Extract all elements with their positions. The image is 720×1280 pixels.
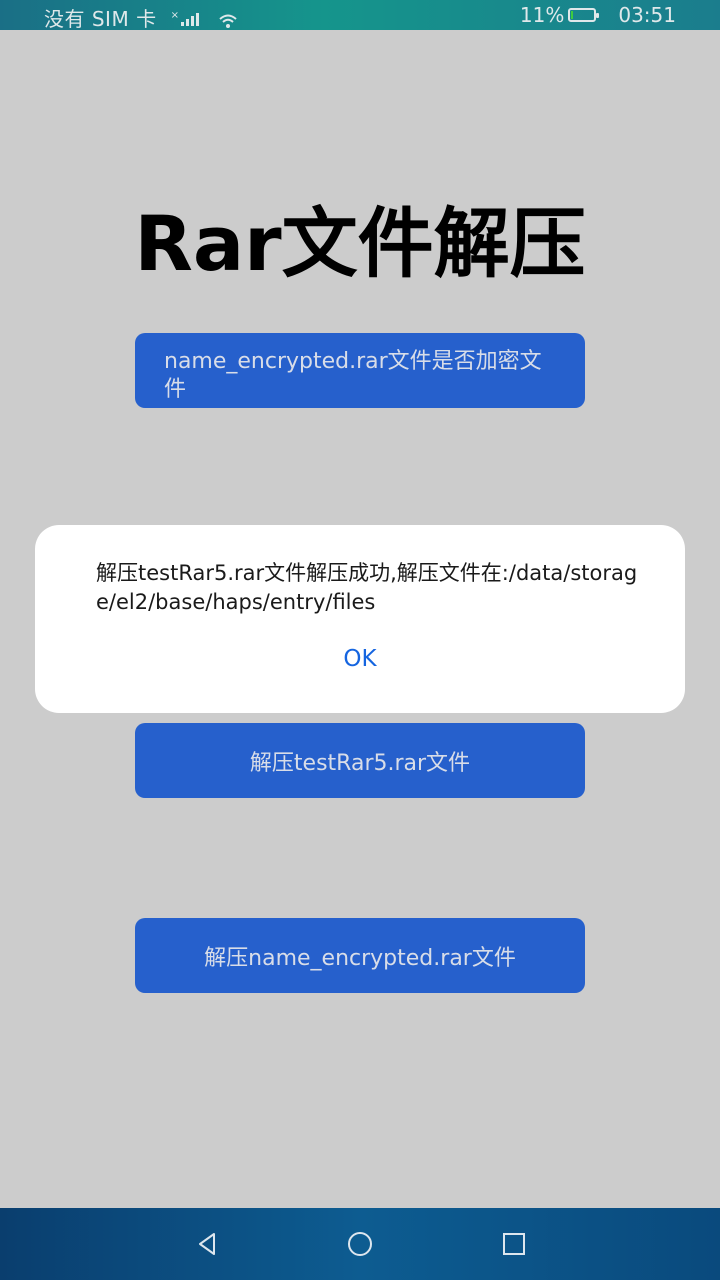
signal-icon: ×	[171, 10, 201, 26]
page-title: Rar文件解压	[134, 199, 586, 288]
wifi-icon	[219, 10, 237, 28]
dialog-ok-button[interactable]: OK	[310, 639, 410, 679]
carrier-label: 没有 SIM 卡	[44, 7, 157, 31]
navigation-bar	[0, 1208, 720, 1280]
status-right: 11% 03:51	[520, 3, 676, 27]
battery-percent: 11%	[519, 3, 565, 27]
status-left: 没有 SIM 卡 ×	[44, 3, 237, 32]
recent-square-icon[interactable]	[498, 1228, 530, 1260]
home-circle-icon[interactable]	[344, 1228, 376, 1260]
battery-icon	[568, 8, 600, 22]
dialog-message: 解压testRar5.rar文件解压成功,解压文件在:/data/storage…	[96, 561, 638, 614]
extract-encrypted-rar-button[interactable]: 解压name_encrypted.rar文件	[135, 918, 585, 993]
status-bar: 没有 SIM 卡 × 11% 03:51	[0, 0, 720, 32]
extract-test-rar-button[interactable]: 解压testRar5.rar文件	[135, 723, 585, 798]
clock: 03:51	[618, 3, 676, 27]
battery-level	[571, 11, 574, 19]
check-encrypted-button[interactable]: name_encrypted.rar文件是否加密文件	[135, 333, 585, 408]
alert-dialog: 解压testRar5.rar文件解压成功,解压文件在:/data/storage…	[35, 525, 685, 713]
back-triangle-icon[interactable]	[192, 1228, 224, 1260]
